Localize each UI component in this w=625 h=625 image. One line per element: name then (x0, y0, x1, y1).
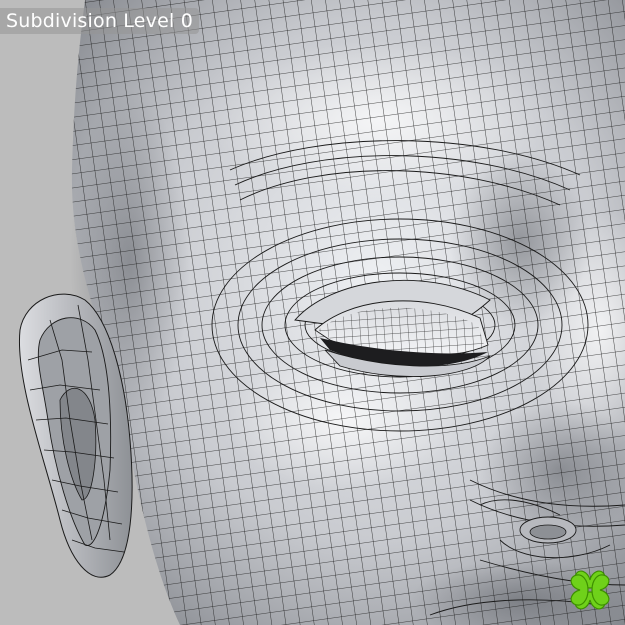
3d-viewport[interactable]: Subdivision Level 0 (0, 0, 625, 625)
subdivision-level-label: Subdivision Level 0 (0, 8, 199, 34)
head-wireframe-model[interactable] (0, 0, 625, 625)
four-leaf-clover-logo (570, 570, 610, 610)
